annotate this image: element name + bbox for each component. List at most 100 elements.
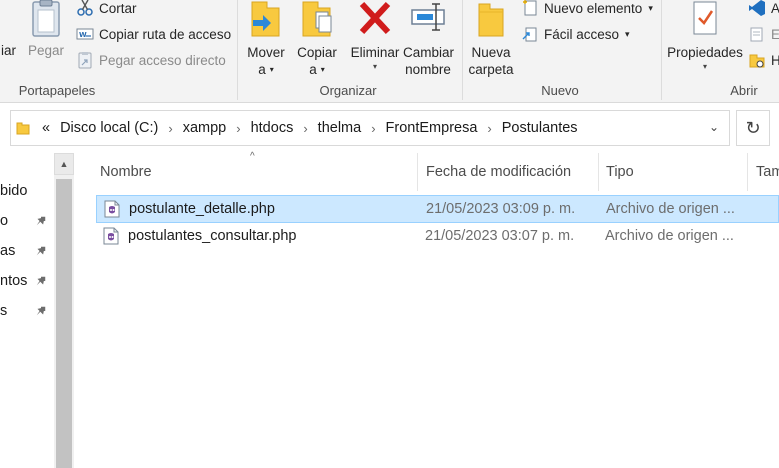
copy-path-label: Copiar ruta de acceso: [99, 26, 232, 42]
ribbon: iar Pegar Cortar W Copiar ruta de acceso: [0, 0, 779, 103]
nav-item[interactable]: ntos: [0, 266, 54, 296]
history-icon: [749, 54, 765, 68]
file-name: postulantes_consultar.php: [128, 228, 297, 244]
breadcrumb-separator[interactable]: ›: [371, 121, 375, 136]
paste-shortcut-label: Pegar acceso directo: [99, 52, 226, 68]
new-item-button[interactable]: Nuevo elemento ▾: [521, 0, 653, 19]
column-divider[interactable]: [747, 153, 748, 191]
clipboard-icon: [32, 0, 60, 37]
breadcrumb-xampp[interactable]: xampp: [183, 120, 227, 136]
new-folder-label-line1: Nueva: [471, 45, 511, 60]
file-row[interactable]: postulante_detalle.php 21/05/2023 03:09 …: [96, 195, 779, 223]
pin-icon[interactable]: [34, 304, 48, 318]
copy-to-button[interactable]: Copiar a ▾: [295, 0, 339, 78]
breadcrumb-htdocs[interactable]: htdocs: [251, 120, 294, 136]
column-header-type[interactable]: Tipo: [606, 153, 746, 191]
rename-label-line2: nombre: [405, 62, 451, 77]
nav-item[interactable]: bido: [0, 176, 54, 206]
copy-path-button[interactable]: W Copiar ruta de acceso: [76, 23, 231, 45]
pin-icon[interactable]: [34, 214, 48, 228]
group-label-portapapeles: Portapapeles: [18, 83, 96, 98]
new-item-label: Nuevo elemento: [544, 0, 643, 16]
column-header-date-label: Fecha de modificación: [426, 164, 572, 180]
new-folder-button[interactable]: Nueva carpeta: [467, 0, 515, 78]
refresh-button[interactable]: ↻: [736, 110, 770, 146]
paste-shortcut-icon: [78, 52, 92, 69]
paste-label: Pegar: [27, 43, 65, 58]
address-bar[interactable]: « Disco local (C:) › xampp › htdocs › th…: [10, 110, 730, 146]
file-row[interactable]: postulantes_consultar.php 21/05/2023 03:…: [96, 223, 779, 251]
nav-item[interactable]: o: [0, 206, 54, 236]
history-label: H: [771, 53, 779, 68]
breadcrumb-frontempresa[interactable]: FrontEmpresa: [386, 120, 478, 136]
chevron-down-icon[interactable]: ⌄: [709, 120, 719, 134]
folder-icon: [16, 122, 30, 135]
breadcrumb-separator[interactable]: ›: [168, 121, 172, 136]
move-to-button[interactable]: Mover a ▾: [244, 0, 288, 78]
new-folder-label-line2: carpeta: [468, 62, 514, 77]
breadcrumb-disco-local[interactable]: Disco local (C:): [60, 120, 158, 136]
copy-path-icon: W: [76, 28, 94, 40]
group-label-abrir: Abrir: [730, 83, 758, 98]
column-header-name-label: Nombre: [100, 164, 152, 180]
nav-item[interactable]: s: [0, 296, 54, 326]
move-to-sub: a ▾: [258, 62, 274, 77]
breadcrumb-separator[interactable]: ›: [487, 121, 491, 136]
breadcrumb-separator[interactable]: ›: [303, 121, 307, 136]
delete-button[interactable]: Eliminar ▾: [350, 0, 400, 73]
open-label: A: [771, 1, 779, 16]
move-to-label: Mover: [247, 45, 285, 60]
breadcrumb-separator[interactable]: ›: [236, 121, 240, 136]
group-label-nuevo: Nuevo: [541, 83, 579, 98]
breadcrumb-thelma[interactable]: thelma: [318, 120, 362, 136]
rename-button[interactable]: Cambiar nombre: [403, 0, 455, 78]
php-file-icon: [104, 200, 120, 218]
paste-button[interactable]: Pegar: [24, 0, 68, 59]
breadcrumb-overflow[interactable]: «: [42, 120, 50, 136]
file-date: 21/05/2023 03:09 p. m.: [426, 201, 576, 217]
column-header-name[interactable]: Nombre: [100, 153, 416, 191]
nav-item[interactable]: as: [0, 236, 54, 266]
delete-label: Eliminar: [350, 45, 400, 60]
history-button[interactable]: H: [748, 49, 779, 71]
column-header-size-label: Tam: [756, 164, 779, 180]
scissors-icon: [77, 0, 93, 16]
nav-scrollbar[interactable]: ▲: [54, 153, 74, 468]
edit-button[interactable]: E: [748, 23, 779, 45]
paste-shortcut-button[interactable]: Pegar acceso directo: [76, 49, 226, 71]
open-button[interactable]: A: [748, 0, 779, 19]
nav-item-label: ntos: [0, 273, 28, 289]
file-date: 21/05/2023 03:07 p. m.: [425, 228, 575, 244]
file-name-cell: postulantes_consultar.php: [103, 223, 297, 249]
file-name-cell: postulante_detalle.php: [104, 196, 275, 222]
cut-button[interactable]: Cortar: [76, 0, 137, 19]
column-header-size[interactable]: Tam: [756, 153, 779, 191]
pin-quick-access-button[interactable]: iar: [0, 0, 16, 59]
breadcrumb-postulantes[interactable]: Postulantes: [502, 120, 578, 136]
copy-to-sub: a ▾: [309, 62, 325, 77]
easy-access-dropdown-arrow[interactable]: ▾: [625, 29, 630, 40]
group-label-organizar: Organizar: [319, 83, 377, 98]
properties-label: Propiedades: [667, 45, 743, 60]
rename-label-line1: Cambiar: [403, 45, 455, 60]
easy-access-button[interactable]: Fácil acceso ▾: [521, 23, 630, 45]
column-header-date[interactable]: Fecha de modificación: [426, 153, 596, 191]
scroll-up-button[interactable]: ▲: [54, 153, 74, 175]
column-header-type-label: Tipo: [606, 164, 634, 180]
edit-label: E: [771, 27, 779, 42]
new-folder-icon: [478, 3, 504, 37]
pin-icon[interactable]: [34, 244, 48, 258]
column-divider[interactable]: [598, 153, 599, 191]
delete-dropdown-arrow[interactable]: ▾: [350, 61, 400, 73]
properties-dropdown-arrow[interactable]: ▾: [666, 61, 744, 73]
column-divider[interactable]: [417, 153, 418, 191]
file-name: postulante_detalle.php: [129, 201, 275, 217]
refresh-icon: ↻: [745, 117, 761, 138]
ribbon-separator: [237, 0, 238, 100]
properties-button[interactable]: Propiedades ▾: [666, 0, 744, 73]
pin-icon[interactable]: [34, 274, 48, 288]
new-item-dropdown-arrow[interactable]: ▾: [648, 3, 653, 14]
scrollbar-thumb[interactable]: [56, 179, 72, 468]
rename-icon: [411, 3, 445, 31]
nav-item-label: bido: [0, 183, 28, 199]
